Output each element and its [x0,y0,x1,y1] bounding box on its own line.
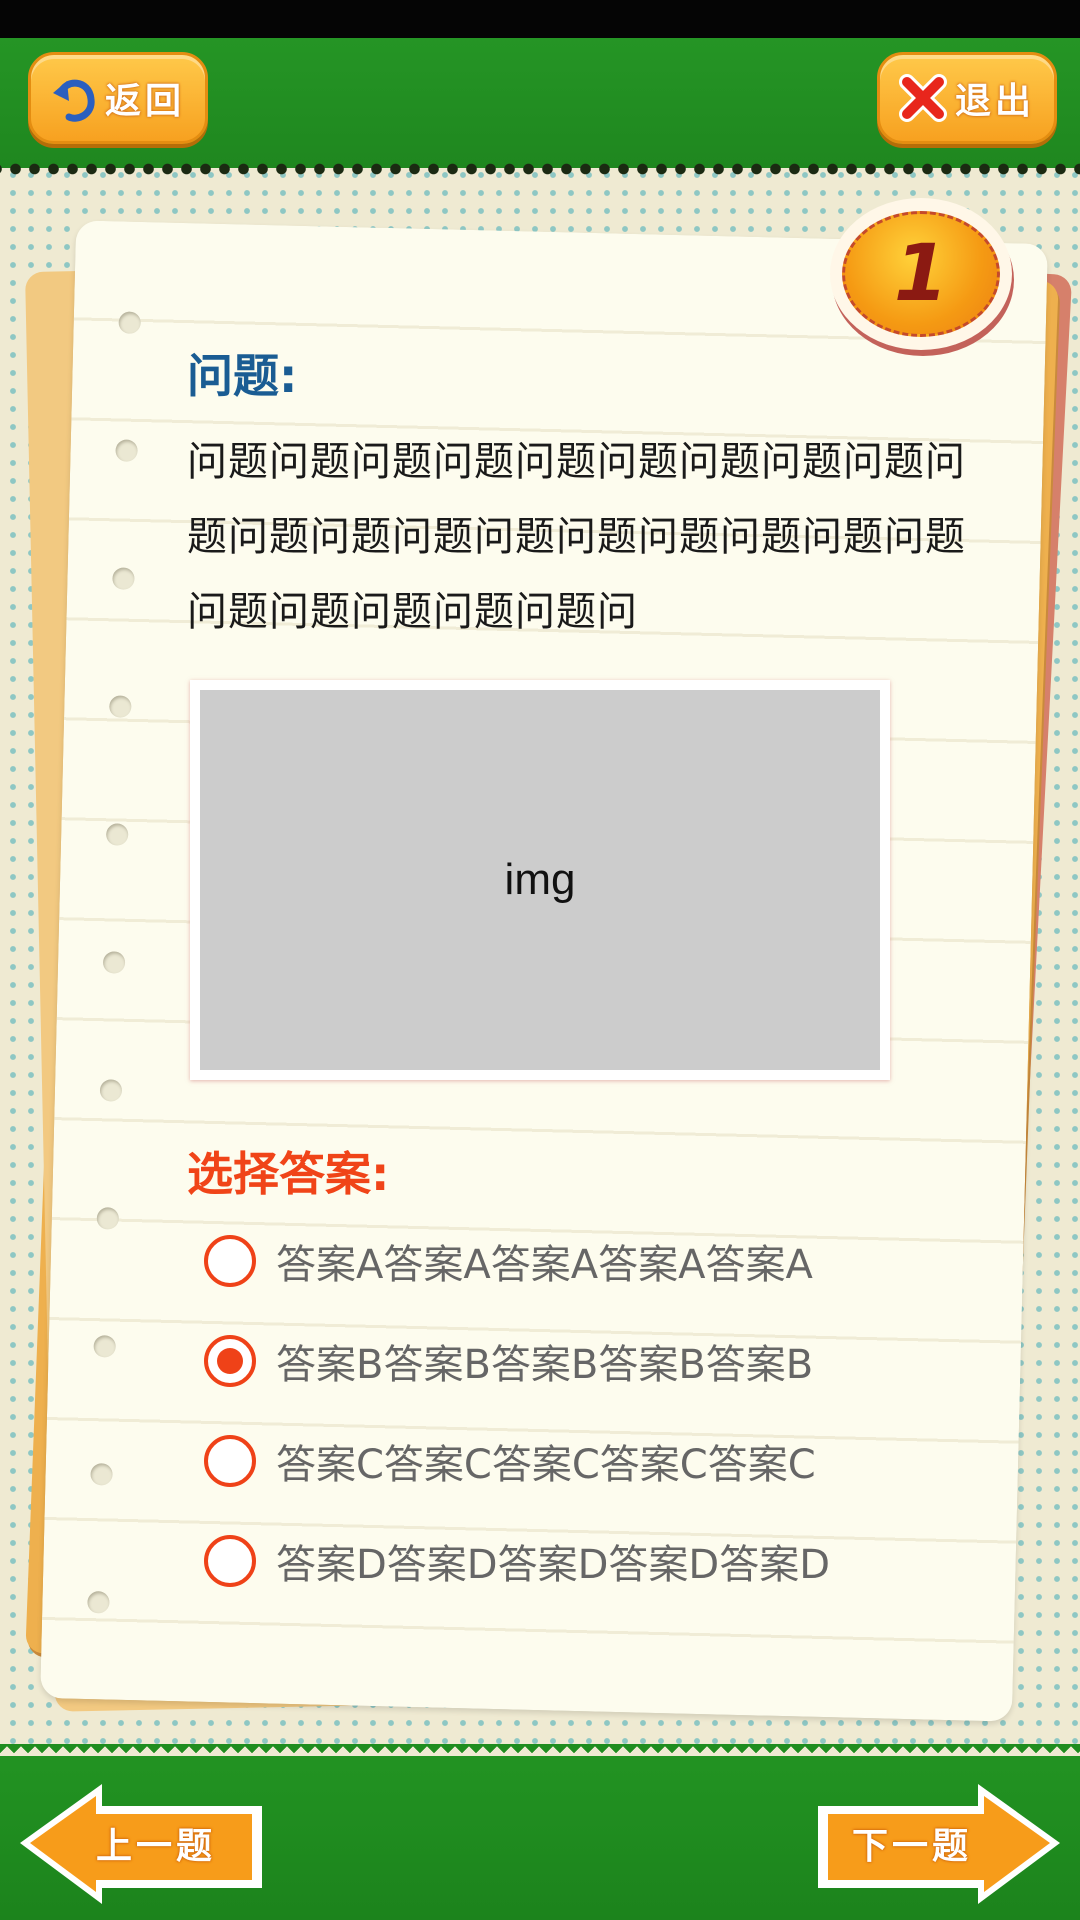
prev-question-label: 上一题 [96,1826,217,1867]
radio-button-c[interactable] [204,1435,256,1487]
binder-hole [96,1207,120,1230]
question-image-frame: img [190,680,890,1080]
binder-hole [115,439,138,462]
answers-heading: 选择答案: [187,1147,390,1201]
binder-hole [105,823,129,846]
back-button-label: 返回 [104,81,185,122]
answer-option-d[interactable]: 答案D答案D答案D答案D答案D [204,1531,830,1591]
binder-hole [112,567,135,590]
answer-option-d-label: 答案D答案D答案D答案D答案D [276,1542,831,1588]
next-question-label: 下一题 [852,1826,973,1867]
binder-hole [93,1335,116,1358]
binder-hole [87,1591,110,1614]
top-bar-border [0,160,1080,178]
prev-question-button[interactable]: 上一题 [16,1778,268,1908]
radio-button-d[interactable] [204,1535,256,1587]
question-image-label: img [504,855,576,904]
question-number: 1 [893,229,949,319]
answer-option-a[interactable]: 答案A答案A答案A答案A答案A [204,1231,813,1291]
answer-option-b[interactable]: 答案B答案B答案B答案B答案B [204,1331,813,1391]
binder-hole [90,1463,113,1486]
question-text: 问题问题问题问题问题问题问题问题问题问题问题问题问题问题问题问题问题问题问题问题… [187,439,966,635]
back-button[interactable]: 返回 [28,52,208,144]
close-icon [898,74,947,122]
next-question-button[interactable]: 下一题 [812,1778,1064,1908]
binder-hole [109,695,132,718]
answer-option-c-label: 答案C答案C答案C答案C答案C [276,1442,816,1488]
exit-button-label: 退出 [954,81,1035,122]
question-number-badge-inner: 1 [842,211,1000,337]
answer-option-a-label: 答案A答案A答案A答案A答案A [276,1242,813,1288]
status-bar [0,0,1080,38]
answer-option-b-label: 答案B答案B答案B答案B答案B [276,1342,814,1388]
binder-hole [118,311,141,334]
exit-button[interactable]: 退出 [877,52,1057,144]
answer-option-c[interactable]: 答案C答案C答案C答案C答案C [204,1431,816,1491]
question-image: img [200,690,880,1070]
question-number-badge: 1 [830,198,1012,350]
question-heading: 问题: [187,349,298,403]
radio-button-b[interactable] [204,1335,256,1387]
back-arrow-icon [52,79,95,122]
binder-hole [102,951,126,974]
radio-button-a[interactable] [204,1235,256,1287]
binder-hole [99,1079,123,1102]
